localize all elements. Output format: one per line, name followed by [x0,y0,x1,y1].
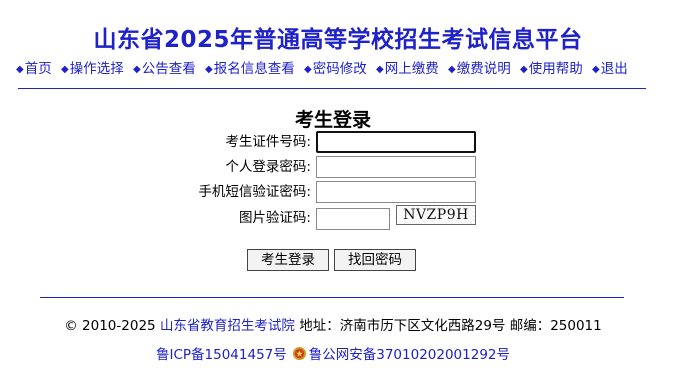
id-number-label: 考生证件号码: [225,134,311,150]
diamond-bullet-icon: ◆ [448,64,456,75]
id-number-input[interactable] [316,131,476,153]
captcha-label-wrap: 图片验证码: [0,206,311,230]
captcha-image[interactable]: NVZP9H [396,205,476,225]
nav-item-announcements[interactable]: ◆公告查看 [133,57,196,77]
top-nav: ◆首页 ◆操作选择 ◆公告查看 ◆报名信息查看 ◆密码修改 ◆网上缴费 ◆缴费说… [16,57,666,77]
copyright-text: © 2010-2025 [64,318,156,334]
login-button[interactable]: 考生登录 [247,249,329,271]
nav-item-online-payment[interactable]: ◆网上缴费 [376,57,439,77]
password-input[interactable] [316,156,476,178]
captcha-input[interactable] [316,208,390,230]
nav-item-home[interactable]: ◆首页 [16,57,52,77]
sms-code-input[interactable] [316,181,476,203]
recover-password-button[interactable]: 找回密码 [334,249,416,271]
nav-item-help[interactable]: ◆使用帮助 [520,57,583,77]
captcha-label: 图片验证码: [238,210,311,226]
login-title: 考生登录 [294,109,371,131]
icp-link[interactable]: 鲁ICP备15041457号 [156,347,287,363]
diamond-bullet-icon: ◆ [520,64,528,75]
id-label-wrap: 考生证件号码: [0,130,311,154]
page-title: 山东省2025年普通高等学校招生考试信息平台 [93,27,583,53]
nav-item-logout[interactable]: ◆退出 [592,57,628,77]
diamond-bullet-icon: ◆ [304,64,312,75]
nav-item-payment-info[interactable]: ◆缴费说明 [448,57,511,77]
nav-item-change-password[interactable]: ◆密码修改 [304,57,367,77]
nav-item-registration-info[interactable]: ◆报名信息查看 [205,57,295,77]
org-link[interactable]: 山东省教育招生考试院 [160,318,295,334]
header-divider [18,88,646,89]
diamond-bullet-icon: ◆ [61,64,69,75]
password-label-wrap: 个人登录密码: [0,155,311,179]
address-text: 地址：济南市历下区文化西路29号 邮编：250011 [299,318,602,334]
sms-label-wrap: 手机短信验证密码: [0,180,311,204]
diamond-bullet-icon: ◆ [376,64,384,75]
police-record-link[interactable]: 鲁公网安备37010202001292号 [309,347,510,363]
password-label: 个人登录密码: [225,159,311,175]
footer-divider [40,297,624,298]
footer-records: 鲁ICP备15041457号 鲁公网安备37010202001292号 [0,343,666,363]
sms-code-label: 手机短信验证密码: [198,184,311,200]
police-badge-icon [292,346,306,361]
nav-item-operation-select[interactable]: ◆操作选择 [61,57,124,77]
diamond-bullet-icon: ◆ [205,64,213,75]
diamond-bullet-icon: ◆ [592,64,600,75]
footer-info: © 2010-2025 山东省教育招生考试院 地址：济南市历下区文化西路29号 … [0,314,666,334]
diamond-bullet-icon: ◆ [16,64,24,75]
diamond-bullet-icon: ◆ [133,64,141,75]
